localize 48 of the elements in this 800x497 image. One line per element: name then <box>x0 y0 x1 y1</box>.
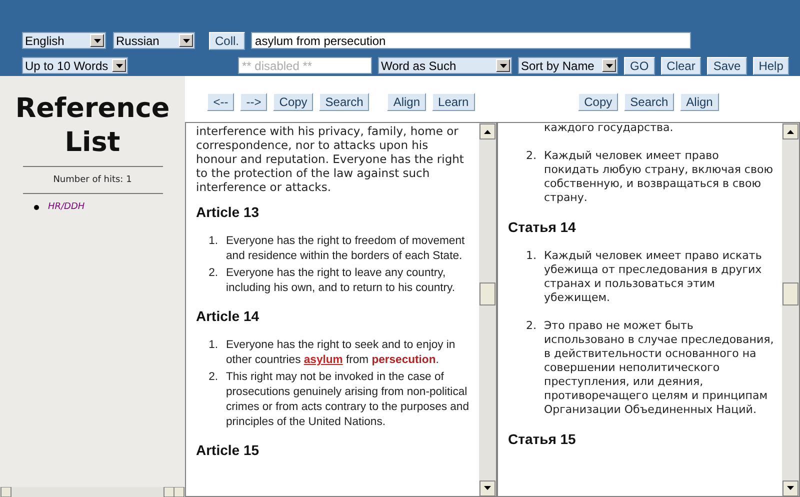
language-select[interactable]: Russian <box>113 32 195 49</box>
toolbar-button[interactable]: <-- <box>207 93 234 111</box>
list-number: 1. <box>208 234 218 249</box>
toolbar-button[interactable]: --> <box>240 93 268 111</box>
article-heading: Статья 14 <box>508 219 577 235</box>
list-item-text: Каждый человек имеет право покидать любую страну, включая свою собственную, и возвращаться в свою страну. <box>544 149 774 205</box>
list-number: 2. <box>526 149 536 164</box>
toolbar-button[interactable]: Align <box>387 93 426 111</box>
coll-button[interactable]: Coll. <box>209 32 246 50</box>
toolbar-button[interactable]: Align <box>680 93 719 111</box>
toolbar-button[interactable]: Help <box>752 56 790 74</box>
scrollbar[interactable] <box>479 123 496 496</box>
search-field[interactable]: asylum from persecution <box>251 32 692 49</box>
list-item-text: Everyone has the right to seek and to enjoy in other countries asylum from persecution. <box>226 338 456 368</box>
list-item-text: This right may not be invoked in the case of prosecutions genuinely arising from non-political crimes or from acts contrary to the purposes and principles of the United Nations. <box>226 370 470 430</box>
list-item-text: Каждый человек имеет право искать убежища от преследования в других странах и пользоваться этим убежищем. <box>544 249 763 305</box>
bullet-icon <box>34 204 39 210</box>
toolbar-button[interactable]: Save <box>707 56 747 74</box>
sidebar-title: Reference List <box>14 92 171 160</box>
list-item-text: Everyone has the right to leave any country, including his own, and to return to his country. <box>226 266 456 296</box>
scrollbar[interactable] <box>782 123 799 496</box>
article-heading: Article 14 <box>196 308 260 324</box>
list-number: 2. <box>208 266 218 281</box>
list-number: 1. <box>208 338 218 353</box>
toolbar-button[interactable]: Search <box>624 93 674 111</box>
word-limit-select[interactable]: Up to 10 Words <box>22 57 128 74</box>
sort-select[interactable]: Sort by Name <box>518 57 618 74</box>
language-select[interactable]: English <box>22 32 106 49</box>
article-heading: Статья 15 <box>508 431 577 447</box>
toolbar-button[interactable]: Clear <box>660 56 702 74</box>
list-item-text: Everyone has the right to freedom of movement and residence within the borders of each State. <box>226 234 466 264</box>
match-mode-select[interactable]: Word as Such <box>378 57 512 74</box>
list-number: 2. <box>526 319 536 334</box>
toolbar-button[interactable]: Copy <box>273 93 314 111</box>
article-heading: Article 13 <box>196 204 260 220</box>
list-item-text: Это право не может быть использовано в случае преследования, в действительности основанного на совершении неполитического преступления, или деяния, противоречащего целям и принципам Организации Объединенных Наций. <box>544 319 774 417</box>
toolbar-button[interactable]: Search <box>319 93 370 111</box>
list-number: 1. <box>526 249 536 264</box>
reference-link[interactable]: HR/DDH <box>48 202 85 212</box>
toolbar-button[interactable]: Learn <box>432 93 475 111</box>
article-heading: Article 15 <box>196 442 260 458</box>
list-number: 2. <box>208 370 218 385</box>
paragraph: interference with his privacy, family, home or correspondence, nor to attacks upon his honour and reputation. Everyone has the right to the protection of the law against such interference or attacks. <box>196 124 465 194</box>
toolbar-button[interactable]: GO <box>624 56 655 74</box>
hits-count: Number of hits: 1 <box>53 174 132 187</box>
scrollbar[interactable] <box>0 487 185 497</box>
list-item-text: каждого государства. <box>544 123 674 135</box>
toolbar-button[interactable]: Copy <box>578 93 618 111</box>
